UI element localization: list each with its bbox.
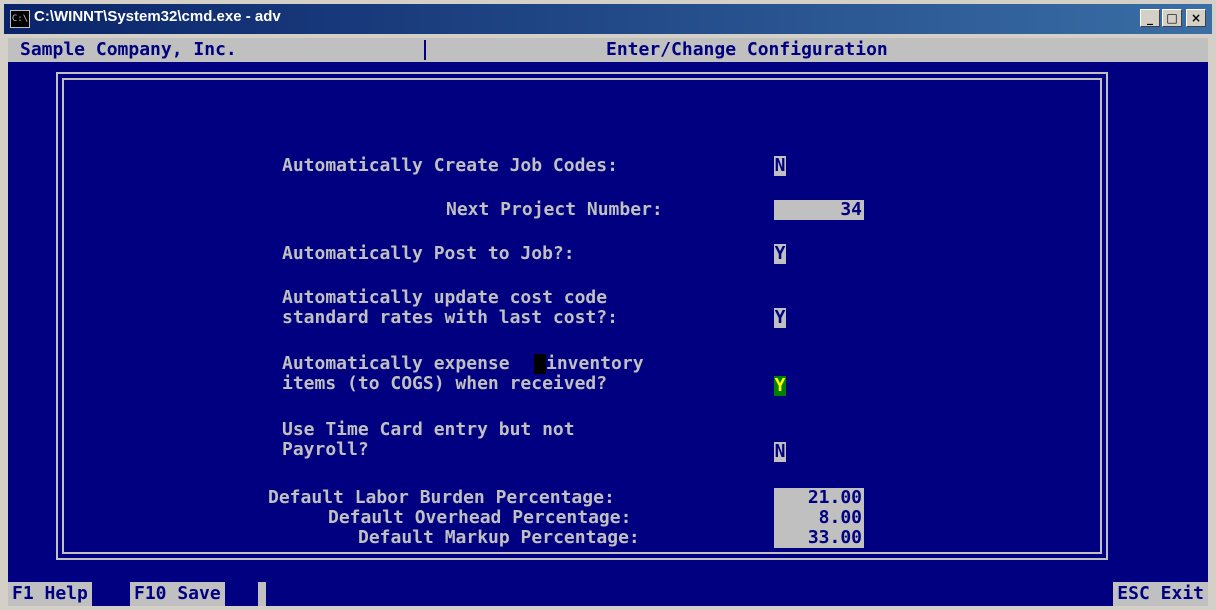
auto-expense-inventory-label-2: items (to COGS) when received? — [282, 373, 608, 394]
config-screen: Automatically Create Job Codes: N Next P… — [8, 62, 1208, 582]
overhead-label: Default Overhead Percentage: — [328, 507, 632, 528]
auto-expense-inventory-label-1b: inventory — [546, 353, 644, 374]
auto-create-job-codes-field[interactable]: N — [774, 156, 786, 176]
markup-field[interactable]: 33.00 — [774, 528, 864, 548]
save-key[interactable]: F10 Save — [130, 582, 225, 606]
company-name: Sample Company, Inc. — [20, 39, 237, 60]
auto-update-cost-code-label-1: Automatically update cost code — [282, 287, 608, 308]
auto-expense-inventory-field[interactable]: Y — [774, 376, 786, 396]
text-cursor — [534, 354, 546, 374]
function-key-bar: F1 Help F10 Save ESC Exit — [8, 582, 1208, 606]
help-key[interactable]: F1 Help — [8, 582, 92, 606]
minimize-button[interactable]: _ — [1140, 9, 1160, 27]
labor-burden-field[interactable]: 21.00 — [774, 488, 864, 508]
screen-title: Enter/Change Configuration — [606, 39, 888, 60]
labor-burden-label: Default Labor Burden Percentage: — [268, 487, 615, 508]
auto-create-job-codes-label: Automatically Create Job Codes: — [282, 155, 618, 176]
auto-expense-inventory-label-1a: Automatically expense — [282, 353, 510, 374]
overhead-field[interactable]: 8.00 — [774, 508, 864, 528]
next-project-number-label: Next Project Number: — [446, 199, 663, 220]
header-divider — [424, 40, 426, 60]
cmd-icon: C:\ — [10, 10, 30, 28]
auto-update-cost-code-field[interactable]: Y — [774, 308, 786, 328]
console-window: C:\ C:\WINNT\System32\cmd.exe - adv _ □ … — [0, 0, 1216, 610]
maximize-button[interactable]: □ — [1162, 9, 1182, 27]
use-time-card-label-2: Payroll? — [282, 439, 369, 460]
console-area: Sample Company, Inc. Enter/Change Config… — [8, 38, 1208, 606]
auto-post-to-job-label: Automatically Post to Job?: — [282, 243, 575, 264]
window-title: C:\WINNT\System32\cmd.exe - adv — [34, 8, 281, 25]
auto-post-to-job-field[interactable]: Y — [774, 244, 786, 264]
auto-update-cost-code-label-2: standard rates with last cost?: — [282, 307, 618, 328]
use-time-card-label-1: Use Time Card entry but not — [282, 419, 575, 440]
markup-label: Default Markup Percentage: — [358, 527, 640, 548]
next-project-number-field[interactable]: 34 — [774, 200, 864, 220]
close-button[interactable]: × — [1186, 9, 1206, 27]
use-time-card-field[interactable]: N — [774, 442, 786, 462]
blank-key — [258, 582, 266, 606]
header-bar: Sample Company, Inc. Enter/Change Config… — [8, 38, 1208, 62]
exit-key[interactable]: ESC Exit — [1113, 582, 1208, 606]
title-bar[interactable]: C:\ C:\WINNT\System32\cmd.exe - adv _ □ … — [4, 4, 1212, 34]
